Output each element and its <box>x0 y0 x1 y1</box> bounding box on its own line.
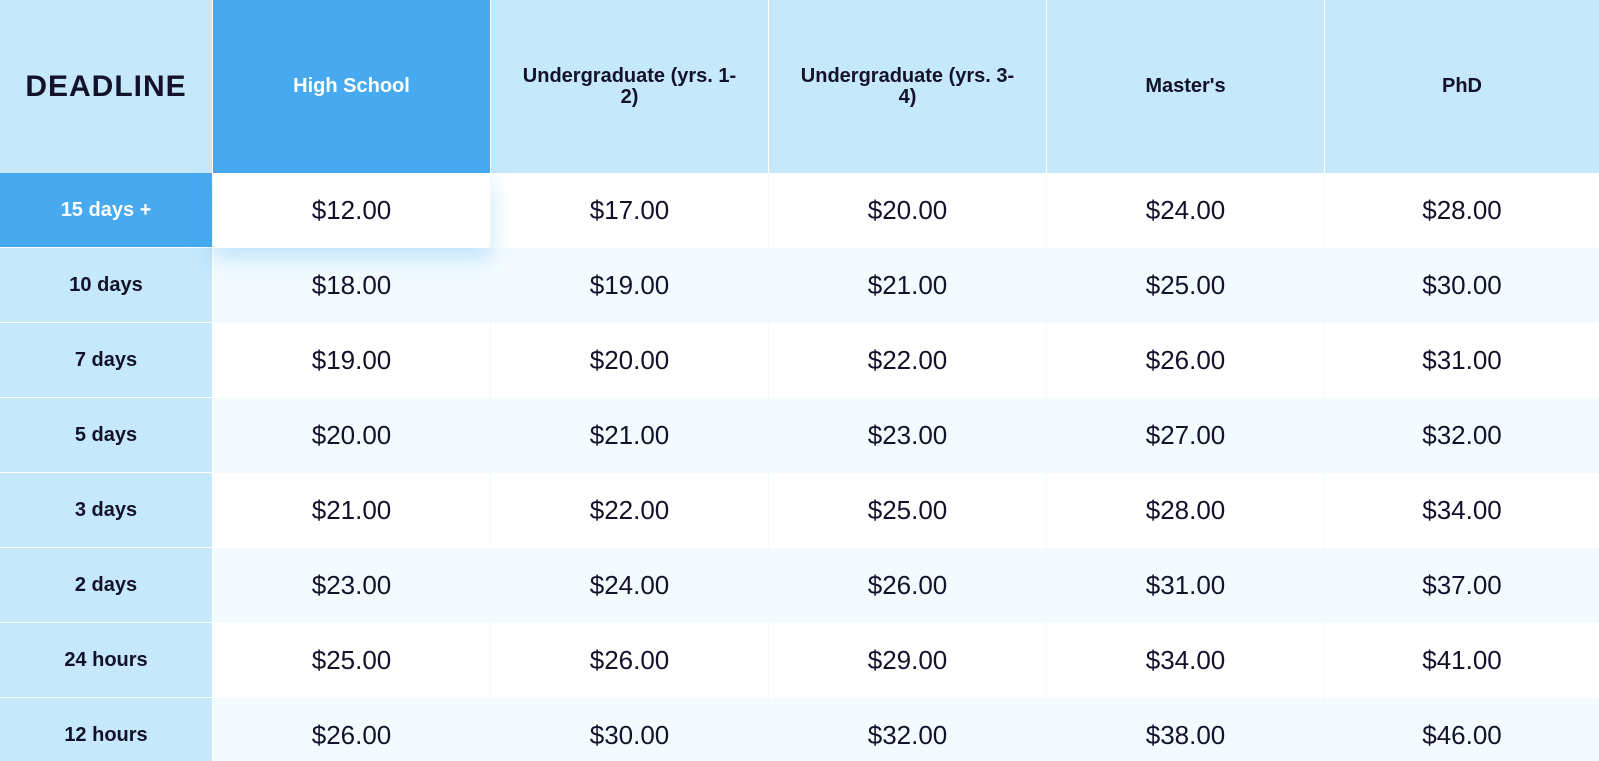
price-cell[interactable]: $18.00 <box>213 248 491 323</box>
price-cell[interactable]: $21.00 <box>491 398 769 473</box>
price-cell[interactable]: $26.00 <box>491 623 769 698</box>
price-cell[interactable]: $46.00 <box>1325 698 1599 761</box>
price-cell[interactable]: $34.00 <box>1047 623 1325 698</box>
column-header-undergraduate-3-4[interactable]: Undergraduate (yrs. 3-4) <box>769 0 1047 173</box>
column-header-high-school[interactable]: High School <box>213 0 491 173</box>
price-cell[interactable]: $29.00 <box>769 623 1047 698</box>
price-cell[interactable]: $32.00 <box>769 698 1047 761</box>
deadline-cell[interactable]: 3 days <box>0 473 213 548</box>
price-cell[interactable]: $41.00 <box>1325 623 1599 698</box>
price-cell[interactable]: $21.00 <box>213 473 491 548</box>
price-cell[interactable]: $38.00 <box>1047 698 1325 761</box>
price-cell[interactable]: $17.00 <box>491 173 769 248</box>
price-cell[interactable]: $23.00 <box>213 548 491 623</box>
deadline-cell[interactable]: 7 days <box>0 323 213 398</box>
price-cell[interactable]: $26.00 <box>1047 323 1325 398</box>
deadline-cell[interactable]: 10 days <box>0 248 213 323</box>
deadline-cell[interactable]: 5 days <box>0 398 213 473</box>
price-cell[interactable]: $12.00 <box>213 173 491 248</box>
price-cell[interactable]: $28.00 <box>1047 473 1325 548</box>
column-header-masters[interactable]: Master's <box>1047 0 1325 173</box>
price-cell[interactable]: $20.00 <box>769 173 1047 248</box>
price-cell[interactable]: $28.00 <box>1325 173 1599 248</box>
deadline-cell[interactable]: 15 days + <box>0 173 213 248</box>
price-cell[interactable]: $20.00 <box>213 398 491 473</box>
price-cell[interactable]: $24.00 <box>491 548 769 623</box>
deadline-header: DEADLINE <box>0 0 213 173</box>
price-cell[interactable]: $37.00 <box>1325 548 1599 623</box>
column-header-undergraduate-1-2[interactable]: Undergraduate (yrs. 1-2) <box>491 0 769 173</box>
price-cell[interactable]: $22.00 <box>491 473 769 548</box>
price-cell[interactable]: $19.00 <box>491 248 769 323</box>
price-cell[interactable]: $22.00 <box>769 323 1047 398</box>
price-cell[interactable]: $31.00 <box>1047 548 1325 623</box>
price-cell[interactable]: $25.00 <box>769 473 1047 548</box>
price-cell[interactable]: $26.00 <box>769 548 1047 623</box>
price-cell[interactable]: $32.00 <box>1325 398 1599 473</box>
price-cell[interactable]: $30.00 <box>491 698 769 761</box>
price-cell[interactable]: $31.00 <box>1325 323 1599 398</box>
price-cell[interactable]: $26.00 <box>213 698 491 761</box>
price-cell[interactable]: $20.00 <box>491 323 769 398</box>
price-cell[interactable]: $25.00 <box>1047 248 1325 323</box>
price-cell[interactable]: $25.00 <box>213 623 491 698</box>
pricing-table: DEADLINE High School Undergraduate (yrs.… <box>0 0 1599 761</box>
price-cell[interactable]: $30.00 <box>1325 248 1599 323</box>
column-header-phd[interactable]: PhD <box>1325 0 1599 173</box>
deadline-cell[interactable]: 12 hours <box>0 698 213 761</box>
price-cell[interactable]: $27.00 <box>1047 398 1325 473</box>
deadline-cell[interactable]: 2 days <box>0 548 213 623</box>
deadline-cell[interactable]: 24 hours <box>0 623 213 698</box>
price-cell[interactable]: $24.00 <box>1047 173 1325 248</box>
price-cell[interactable]: $21.00 <box>769 248 1047 323</box>
price-cell[interactable]: $19.00 <box>213 323 491 398</box>
price-cell[interactable]: $34.00 <box>1325 473 1599 548</box>
price-cell[interactable]: $23.00 <box>769 398 1047 473</box>
